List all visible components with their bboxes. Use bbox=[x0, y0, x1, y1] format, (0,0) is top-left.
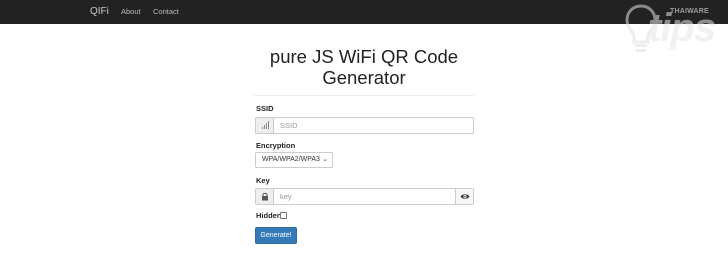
encryption-select[interactable]: WPA/WPA2/WPA3 ⌄ bbox=[255, 152, 333, 168]
encryption-label: Encryption bbox=[256, 141, 296, 150]
eye-icon[interactable] bbox=[455, 189, 473, 204]
hidden-checkbox[interactable] bbox=[280, 212, 287, 219]
encryption-selected-value: WPA/WPA2/WPA3 bbox=[262, 156, 320, 163]
page-title: pure JS WiFi QR Code Generator bbox=[269, 46, 459, 88]
nav-link-about[interactable]: About bbox=[121, 7, 141, 16]
key-label: Key bbox=[256, 176, 270, 185]
key-placeholder: key bbox=[280, 192, 292, 201]
lock-icon bbox=[256, 189, 274, 204]
signal-icon bbox=[256, 118, 274, 133]
navbar-brand[interactable]: QIFi bbox=[90, 6, 109, 17]
nav-link-contact[interactable]: Contact bbox=[153, 7, 179, 16]
key-input[interactable]: key bbox=[255, 188, 474, 205]
title-divider bbox=[254, 95, 474, 96]
watermark-brand-text: THAIWARE bbox=[670, 8, 709, 15]
thaiware-tips-watermark: tips THAIWARE bbox=[618, 0, 728, 66]
chevron-down-icon: ⌄ bbox=[322, 156, 328, 163]
ssid-placeholder: SSID bbox=[280, 121, 298, 130]
generate-button[interactable]: Generate! bbox=[255, 227, 297, 244]
ssid-label: SSID bbox=[256, 104, 274, 113]
ssid-input[interactable]: SSID bbox=[255, 117, 474, 134]
hidden-label: Hidden bbox=[256, 211, 282, 220]
